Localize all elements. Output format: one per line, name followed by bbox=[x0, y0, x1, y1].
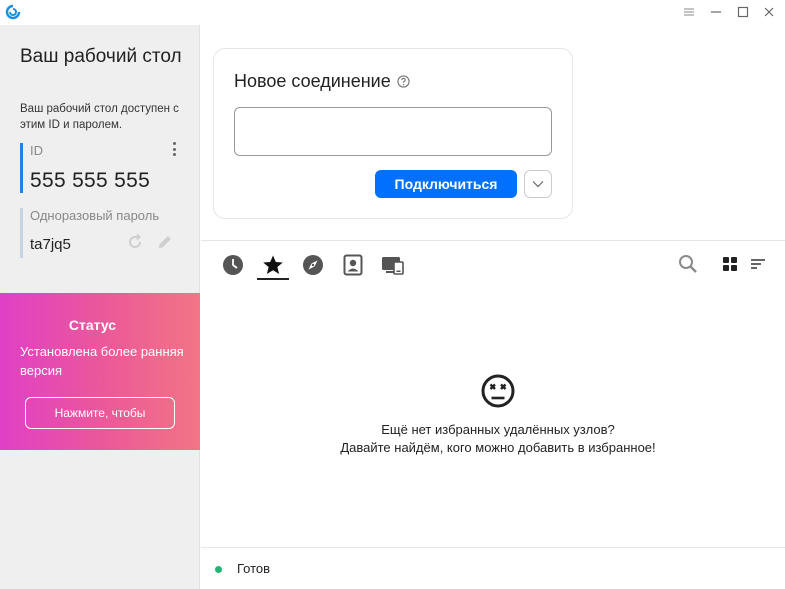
empty-state-line-2: Давайте найдём, кого можно добавить в из… bbox=[340, 440, 656, 455]
discovered-tab[interactable] bbox=[301, 253, 325, 277]
sort-icon[interactable] bbox=[748, 254, 768, 274]
remote-id-input[interactable] bbox=[234, 107, 552, 156]
id-value[interactable]: 555 555 555 bbox=[30, 169, 190, 193]
id-label: ID bbox=[30, 143, 43, 158]
rustdesk-logo-icon bbox=[5, 4, 21, 20]
active-tab-indicator bbox=[257, 278, 289, 280]
password-label: Одноразовый пароль bbox=[30, 208, 160, 223]
star-icon bbox=[263, 255, 283, 274]
ready-status-dot bbox=[215, 566, 222, 573]
close-icon[interactable] bbox=[760, 4, 778, 20]
chevron-down-icon bbox=[532, 181, 544, 188]
connection-options-button[interactable] bbox=[524, 170, 552, 198]
status-text: Установлена более ранняя версия bbox=[20, 344, 184, 378]
refresh-password-icon[interactable] bbox=[126, 233, 144, 251]
favorites-tab[interactable] bbox=[261, 253, 285, 277]
status-title: Статус bbox=[68, 317, 117, 333]
minimize-icon[interactable] bbox=[707, 4, 725, 20]
sidebar: Ваш рабочий стол Ваш рабочий стол доступ… bbox=[0, 25, 200, 589]
devices-icon bbox=[382, 257, 404, 275]
recent-sessions-tab[interactable] bbox=[221, 253, 245, 277]
menu-icon[interactable] bbox=[680, 4, 698, 20]
update-button[interactable]: Нажмите, чтобы bbox=[25, 397, 175, 429]
connection-title: Новое соединение bbox=[234, 71, 391, 91]
grid-view-icon[interactable] bbox=[720, 254, 740, 274]
clock-icon bbox=[223, 255, 243, 275]
ready-status-text: Готов bbox=[237, 561, 271, 576]
address-book-tab[interactable] bbox=[341, 253, 365, 277]
sad-face-icon bbox=[481, 374, 515, 408]
maximize-icon[interactable] bbox=[734, 4, 752, 20]
new-connection-card: Новое соединение Подключиться bbox=[213, 48, 573, 219]
edit-password-icon[interactable] bbox=[156, 233, 174, 251]
compass-icon bbox=[303, 255, 323, 275]
footer-divider bbox=[201, 547, 785, 548]
title-bar bbox=[0, 0, 785, 25]
help-icon[interactable] bbox=[397, 75, 410, 88]
status-card: Статус Установлена более ранняя версия Н… bbox=[0, 293, 200, 450]
sidebar-description: Ваш рабочий стол доступен с этим ID и па… bbox=[20, 103, 179, 131]
tabs-divider bbox=[201, 240, 785, 241]
connection-title-row: Новое соединение bbox=[234, 71, 410, 92]
id-block: ID 555 555 555 bbox=[20, 143, 190, 193]
contact-book-icon bbox=[343, 254, 363, 276]
group-tab[interactable] bbox=[381, 253, 405, 277]
connect-button[interactable]: Подключиться bbox=[375, 170, 517, 198]
search-icon[interactable] bbox=[678, 254, 698, 274]
sidebar-title: Ваш рабочий стол bbox=[20, 46, 182, 67]
more-options-icon[interactable] bbox=[168, 140, 180, 158]
empty-state-line-1: Ещё нет избранных удалённых узлов? bbox=[381, 422, 615, 437]
